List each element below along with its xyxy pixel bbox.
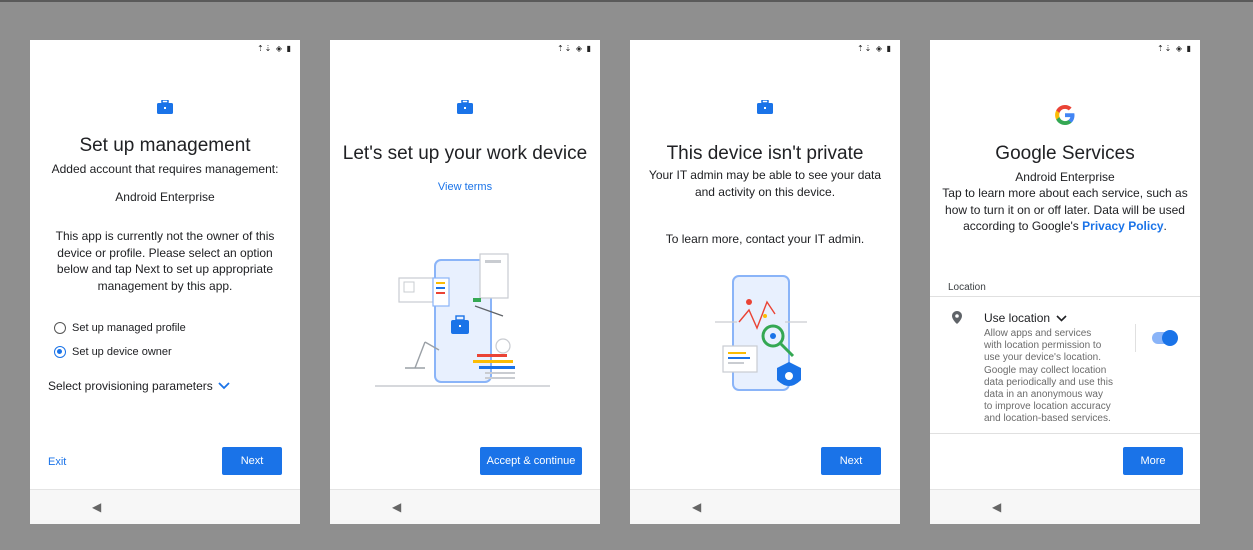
section-label-location: Location: [948, 282, 986, 293]
view-terms-link[interactable]: View terms: [344, 179, 586, 196]
next-button[interactable]: Next: [821, 447, 881, 475]
back-icon[interactable]: ◀: [392, 500, 401, 514]
setting-title: Use location: [984, 311, 1051, 325]
section-divider: [930, 296, 1200, 297]
exit-button[interactable]: Exit: [48, 456, 66, 468]
back-icon[interactable]: ◀: [992, 500, 1001, 514]
description-line: and location-based services.: [984, 413, 1111, 425]
option-label: Set up device owner: [72, 346, 172, 358]
location-pin-icon: [952, 311, 962, 324]
description-line: Google may collect location: [984, 364, 1107, 376]
info-text: This app is currently not the owner of t…: [55, 229, 275, 293]
status-bar-icons: ⇡⇣ ◈ ▮: [856, 44, 892, 53]
contact-admin-text: To learn more, contact your IT admin.: [665, 232, 865, 246]
option-device-owner[interactable]: Set up device owner: [54, 346, 172, 358]
status-bar-icons: ⇡⇣ ◈ ▮: [556, 44, 592, 53]
page-title: Set up management: [79, 135, 251, 156]
description-line: with location permission to: [984, 340, 1102, 352]
description-line: use your device's location.: [984, 352, 1101, 364]
navigation-bar: ◀: [330, 489, 600, 524]
description-line: to improve location accuracy: [984, 401, 1111, 413]
page-title: Let's set up your work device: [342, 143, 588, 164]
page-title: Google Services: [995, 143, 1135, 164]
radio-button[interactable]: [54, 322, 66, 334]
screen-set-up-management: ⇡⇣ ◈ ▮ Set up management Added account t…: [30, 40, 300, 524]
next-button[interactable]: Next: [222, 447, 282, 475]
screen-device-not-private: ⇡⇣ ◈ ▮ This device isn't private Your IT…: [630, 40, 900, 524]
option-label: Set up managed profile: [72, 322, 186, 334]
privacy-illustration: [715, 275, 807, 391]
status-bar-icons: ⇡⇣ ◈ ▮: [1156, 44, 1192, 53]
toggle-knob: [1162, 330, 1178, 346]
navigation-bar: ◀: [930, 489, 1200, 524]
back-icon[interactable]: ◀: [692, 500, 701, 514]
description-line: data periodically and use this: [984, 376, 1113, 388]
info-text: Tap to learn more about each service, su…: [942, 186, 1188, 233]
briefcase-icon: [157, 100, 173, 114]
expander-label: Select provisioning parameters: [48, 379, 213, 393]
description-line: data in an anonymous way: [984, 389, 1103, 401]
work-device-illustration: [375, 253, 550, 387]
page-title: This device isn't private: [666, 143, 864, 164]
description-line: Allow apps and services: [984, 328, 1092, 339]
toggle-divider: [1135, 324, 1136, 352]
account-name: Android Enterprise: [115, 190, 215, 204]
accept-continue-button[interactable]: Accept & continue: [480, 447, 582, 475]
radio-button-selected[interactable]: [54, 346, 66, 358]
navigation-bar: ◀: [30, 489, 300, 524]
setting-description: Allow apps and services with location pe…: [984, 328, 1134, 426]
privacy-policy-link[interactable]: Privacy Policy: [1082, 219, 1163, 233]
option-managed-profile[interactable]: Set up managed profile: [54, 322, 186, 334]
section-divider: [930, 433, 1200, 434]
info-text: Your IT admin may be able to see your da…: [648, 168, 882, 199]
provisioning-parameters-expander[interactable]: Select provisioning parameters: [48, 379, 230, 393]
status-bar-icons: ⇡⇣ ◈ ▮: [256, 44, 292, 53]
screen-set-up-work-device: ⇡⇣ ◈ ▮ Let's set up your work device Vie…: [330, 40, 600, 524]
chevron-down-icon: [218, 382, 230, 390]
location-toggle[interactable]: [1152, 330, 1178, 346]
page-subtitle: Added account that requires management:: [51, 162, 279, 176]
back-icon[interactable]: ◀: [92, 500, 101, 514]
google-logo-icon: [1055, 105, 1075, 125]
more-button[interactable]: More: [1123, 447, 1183, 475]
use-location-setting[interactable]: Use location: [984, 311, 1067, 325]
navigation-bar: ◀: [630, 489, 900, 524]
window-top-border: [0, 0, 1253, 2]
briefcase-icon: [457, 100, 473, 114]
briefcase-icon: [757, 100, 773, 114]
screen-google-services: ⇡⇣ ◈ ▮ Google Services Android Enterpris…: [930, 40, 1200, 524]
account-name: Android Enterprise: [1015, 170, 1115, 184]
chevron-down-icon: [1056, 314, 1067, 322]
